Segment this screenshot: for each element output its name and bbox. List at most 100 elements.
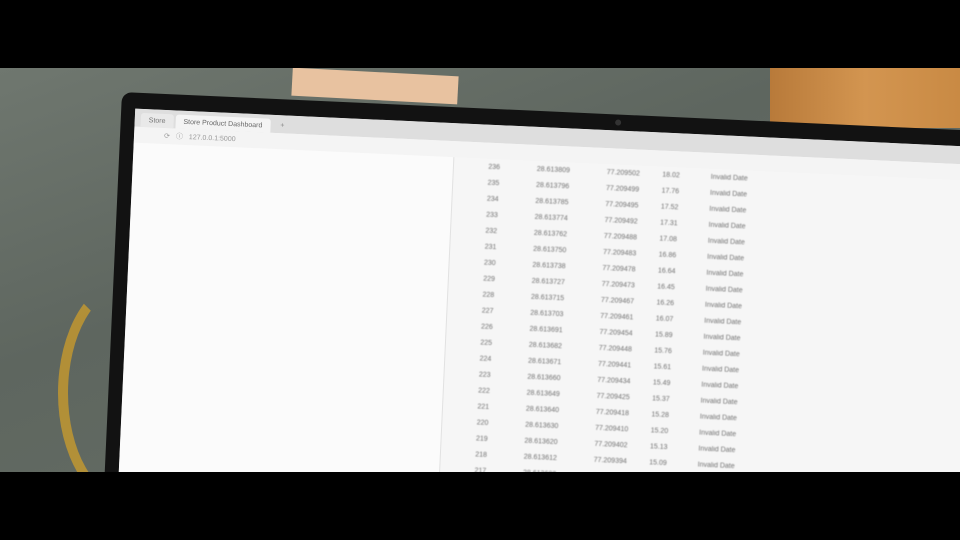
value-cell: 15.09: [649, 458, 667, 467]
value-cell: 16.64: [657, 266, 676, 275]
value-cell: 16.07: [655, 314, 674, 323]
latitude-cell: 28.613796: [535, 181, 570, 190]
longitude-cell: 77.209402: [594, 440, 628, 449]
date-cell: Invalid Date: [705, 285, 743, 294]
longitude-cell: 77.209495: [605, 200, 639, 210]
row-id: 234: [486, 195, 499, 203]
info-icon[interactable]: ⓘ: [176, 131, 183, 141]
date-cell: Invalid Date: [701, 365, 740, 374]
date-cell: Invalid Date: [700, 397, 738, 406]
date-cell: Invalid Date: [697, 461, 735, 470]
date-cell: Invalid Date: [699, 429, 737, 438]
longitude-cell: 77.209499: [605, 184, 640, 194]
longitude-cell: 77.209410: [595, 424, 629, 433]
latitude-cell: 28.613612: [523, 453, 557, 462]
value-cell: 16.86: [658, 251, 677, 259]
tab-label: Store: [148, 116, 166, 125]
value-cell: 15.89: [654, 330, 673, 339]
row-id: 228: [482, 291, 495, 299]
latitude-cell: 28.613649: [526, 389, 560, 398]
longitude-cell: 77.209502: [606, 168, 640, 178]
row-id: 222: [477, 386, 490, 395]
row-id: 224: [479, 354, 492, 363]
row-id: 220: [476, 418, 489, 427]
value-cell: 16.45: [657, 282, 675, 291]
laptop-bezel: Store Store Product Dashboard + ⟳ ⓘ 127.…: [102, 92, 960, 472]
date-cell: Invalid Date: [698, 445, 736, 454]
address-bar[interactable]: 127.0.0.1:5000: [189, 134, 236, 143]
value-cell: 17.08: [659, 235, 678, 243]
row-id: 235: [487, 179, 500, 187]
latitude-cell: 28.613738: [532, 261, 566, 270]
latitude-cell: 28.613620: [524, 437, 558, 446]
value-cell: 15.13: [649, 442, 668, 451]
row-id: 221: [477, 402, 490, 411]
value-cell: 15.49: [652, 378, 671, 387]
row-id: 232: [485, 227, 498, 235]
longitude-cell: 77.209473: [601, 280, 635, 289]
latitude-cell: 28.613682: [528, 341, 563, 350]
latitude-cell: 28.613671: [527, 357, 562, 366]
row-id: 225: [480, 339, 493, 347]
value-cell: 15.37: [651, 394, 670, 403]
row-id: 218: [475, 450, 488, 459]
laptop-screen: Store Store Product Dashboard + ⟳ ⓘ 127.…: [118, 108, 960, 472]
date-cell: Invalid Date: [701, 381, 739, 390]
value-cell: 15.20: [650, 426, 669, 435]
paper-card: [291, 68, 459, 105]
browser-tab[interactable]: Store: [140, 112, 174, 129]
row-id: 229: [483, 275, 496, 283]
value-cell: 17.76: [661, 187, 680, 195]
latitude-cell: 28.613715: [530, 293, 565, 302]
photo-scene: Store Store Product Dashboard + ⟳ ⓘ 127.…: [0, 68, 960, 472]
longitude-cell: 77.209441: [597, 360, 632, 369]
value-cell: 15.61: [653, 362, 672, 371]
longitude-cell: 77.209467: [600, 296, 635, 305]
latitude-cell: 28.613703: [530, 309, 564, 318]
longitude-cell: 77.209454: [599, 328, 633, 337]
latitude-cell: 28.613750: [533, 245, 567, 254]
date-cell: Invalid Date: [699, 413, 737, 422]
longitude-cell: 77.209478: [602, 264, 636, 273]
latitude-cell: 28.613785: [535, 197, 569, 206]
latitude-cell: 28.613630: [525, 421, 559, 430]
row-id: 219: [475, 434, 488, 443]
longitude-cell: 77.209488: [603, 232, 638, 242]
page-content: 236 28.613809 77.209502 18.02 Invalid Date 23…: [118, 142, 960, 472]
longitude-cell: 77.209425: [596, 392, 630, 401]
new-tab-button[interactable]: +: [272, 119, 293, 134]
value-cell: 17.31: [659, 219, 678, 227]
longitude-cell: 77.209483: [602, 248, 637, 257]
longitude-cell: 77.209418: [595, 408, 630, 417]
reload-icon[interactable]: ⟳: [164, 132, 170, 140]
wooden-floor: [770, 68, 960, 128]
value-cell: 15.28: [651, 410, 670, 419]
date-cell: Invalid Date: [707, 237, 745, 246]
date-cell: Invalid Date: [702, 349, 740, 358]
letterbox-bottom: [0, 472, 960, 540]
date-cell: Invalid Date: [710, 173, 748, 182]
latitude-cell: 28.613762: [533, 229, 568, 238]
date-cell: Invalid Date: [704, 301, 743, 310]
latitude-cell: 28.613809: [536, 165, 571, 174]
tab-label: Store Product Dashboard: [183, 118, 263, 129]
map-pane: [118, 142, 454, 472]
longitude-cell: 77.209434: [597, 376, 631, 385]
latitude-cell: 28.613691: [529, 325, 563, 334]
value-cell: 17.52: [660, 203, 679, 211]
date-cell: Invalid Date: [703, 333, 741, 342]
value-cell: 15.76: [654, 346, 672, 355]
row-id: 230: [483, 259, 496, 267]
date-cell: Invalid Date: [706, 269, 744, 278]
row-id: 226: [480, 323, 493, 331]
date-cell: Invalid Date: [709, 189, 748, 198]
latitude-cell: 28.613727: [531, 277, 565, 286]
row-id: 223: [478, 370, 491, 379]
date-cell: Invalid Date: [707, 253, 745, 262]
date-cell: Invalid Date: [708, 221, 746, 230]
row-id: 231: [484, 243, 497, 251]
letterbox-top: [0, 0, 960, 68]
date-cell: Invalid Date: [704, 317, 742, 326]
webcam: [614, 119, 622, 126]
value-cell: 16.26: [656, 298, 675, 307]
